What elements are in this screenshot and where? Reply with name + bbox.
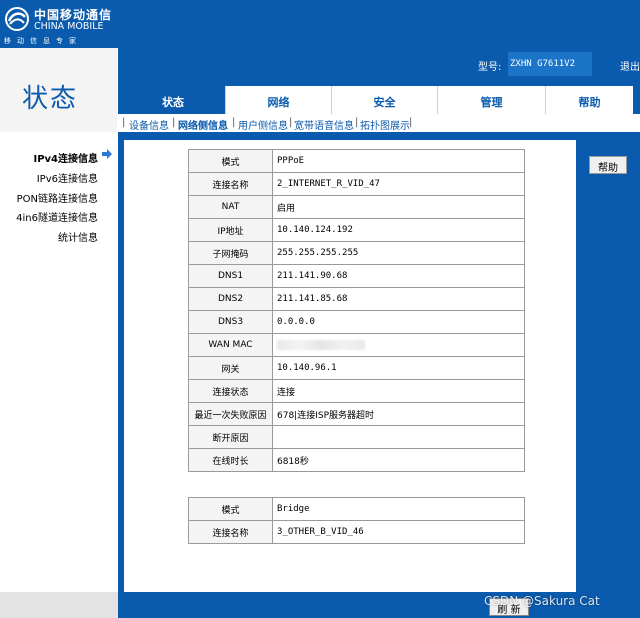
table-row: 最近一次失败原因 678|连接ISP服务器超时 — [188, 402, 525, 426]
row-value: 255.255.255.255 — [272, 241, 525, 265]
table-row: 连接状态 连接 — [188, 379, 525, 403]
row-value: 3_OTHER_B_VID_46 — [272, 520, 525, 544]
row-value: 678|连接ISP服务器超时 — [272, 402, 525, 426]
row-key: 连接名称 — [188, 520, 273, 544]
table-row: 网关 10.140.96.1 — [188, 356, 525, 380]
row-key: DNS3 — [188, 310, 273, 334]
row-value: 6818秒 — [272, 448, 525, 472]
row-key: WAN MAC — [188, 333, 273, 357]
ipv4-connection-table: 模式 PPPoE 连接名称 2_INTERNET_R_VID_47 NAT 启用 IP… — [188, 149, 525, 472]
subnav-separator: | — [122, 117, 126, 128]
row-key: 网关 — [188, 356, 273, 380]
table-row: 模式 Bridge — [188, 497, 525, 521]
row-key: 最近一次失败原因 — [188, 402, 273, 426]
row-value: PPPoE — [272, 149, 525, 173]
logo-english-text: CHINA MOBILE — [34, 21, 104, 32]
table-row: 断开原因 — [188, 425, 525, 449]
arrow-right-icon — [102, 149, 112, 159]
row-value: 连接 — [272, 379, 525, 403]
subnav-separator: | — [355, 117, 359, 128]
row-key: 连接名称 — [188, 172, 273, 196]
right-help-panel — [578, 140, 640, 592]
model-label: 型号: — [478, 62, 502, 73]
subnav-topology[interactable]: 拓扑图展示 — [360, 117, 410, 132]
table-row: IP地址 10.140.124.192 — [188, 218, 525, 242]
tab-help[interactable]: 帮助 — [545, 86, 633, 114]
table-row: 连接名称 3_OTHER_B_VID_46 — [188, 520, 525, 544]
row-key: 连接状态 — [188, 379, 273, 403]
row-value: 10.140.96.1 — [272, 356, 525, 380]
sidenav-pon-link-info[interactable]: PON链路连接信息 — [17, 190, 98, 205]
help-button[interactable]: 帮助 — [589, 156, 627, 174]
page-title: 状态 — [22, 84, 79, 114]
sidenav-ipv4-info[interactable]: IPv4连接信息 — [33, 150, 98, 165]
tab-management[interactable]: 管理 — [437, 86, 545, 114]
row-key: 模式 — [188, 149, 273, 173]
redacted-value — [277, 339, 365, 350]
row-value: 2_INTERNET_R_VID_47 — [272, 172, 525, 196]
table-row: DNS3 0.0.0.0 — [188, 310, 525, 334]
row-key: DNS1 — [188, 264, 273, 288]
footer-left — [0, 592, 118, 618]
table-row: DNS1 211.141.90.68 — [188, 264, 525, 288]
subnav-user-side-info[interactable]: 用户侧信息 — [238, 117, 288, 132]
table-row: 模式 PPPoE — [188, 149, 525, 173]
row-key: 在线时长 — [188, 448, 273, 472]
watermark-text: CSDN @Sakura Cat — [484, 594, 600, 608]
table-row: NAT 启用 — [188, 195, 525, 219]
row-value: 211.141.85.68 — [272, 287, 525, 311]
row-value: 启用 — [272, 195, 525, 219]
subnav-separator: | — [289, 117, 293, 128]
table-row: 子网掩码 255.255.255.255 — [188, 241, 525, 265]
row-value: 10.140.124.192 — [272, 218, 525, 242]
row-key: DNS2 — [188, 287, 273, 311]
subnav-broadband-voice-info[interactable]: 宽带语音信息 — [294, 117, 354, 132]
subnav-separator: | — [409, 117, 413, 128]
tab-security[interactable]: 安全 — [331, 86, 437, 114]
row-key: 子网掩码 — [188, 241, 273, 265]
china-mobile-logo-icon — [5, 7, 29, 31]
china-mobile-logo: 中国移动通信 CHINA MOBILE 移动信息专家 — [4, 4, 114, 46]
table-row: DNS2 211.141.85.68 — [188, 287, 525, 311]
tab-status[interactable]: 状态 — [124, 86, 222, 114]
table-row: WAN MAC — [188, 333, 525, 357]
sidenav-ipv6-info[interactable]: IPv6连接信息 — [37, 170, 98, 185]
row-key: IP地址 — [188, 218, 273, 242]
subnav-device-info[interactable]: 设备信息 — [129, 117, 169, 132]
tab-network[interactable]: 网络 — [225, 86, 331, 114]
row-value: 211.141.90.68 — [272, 264, 525, 288]
table-row: 连接名称 2_INTERNET_R_VID_47 — [188, 172, 525, 196]
bridge-connection-table: 模式 Bridge 连接名称 3_OTHER_B_VID_46 — [188, 497, 525, 544]
row-key: 模式 — [188, 497, 273, 521]
row-key: 断开原因 — [188, 425, 273, 449]
wan-mac-redacted — [272, 333, 525, 357]
sidenav-statistics[interactable]: 统计信息 — [58, 229, 98, 244]
row-key: NAT — [188, 195, 273, 219]
table-row: 在线时长 6818秒 — [188, 448, 525, 472]
row-value — [272, 425, 525, 449]
subnav-network-side-info[interactable]: 网络侧信息 — [178, 117, 228, 132]
row-value: 0.0.0.0 — [272, 310, 525, 334]
model-value: ZXHN G7611V2 — [508, 52, 592, 76]
subnav-separator: | — [232, 117, 236, 128]
row-value: Bridge — [272, 497, 525, 521]
logo-tagline: 移动信息专家 — [4, 37, 82, 45]
logout-link[interactable]: 退出 — [620, 58, 640, 73]
sidenav-4in6-tunnel-info[interactable]: 4in6隧道连接信息 — [16, 209, 98, 224]
subnav-separator: | — [172, 117, 176, 128]
